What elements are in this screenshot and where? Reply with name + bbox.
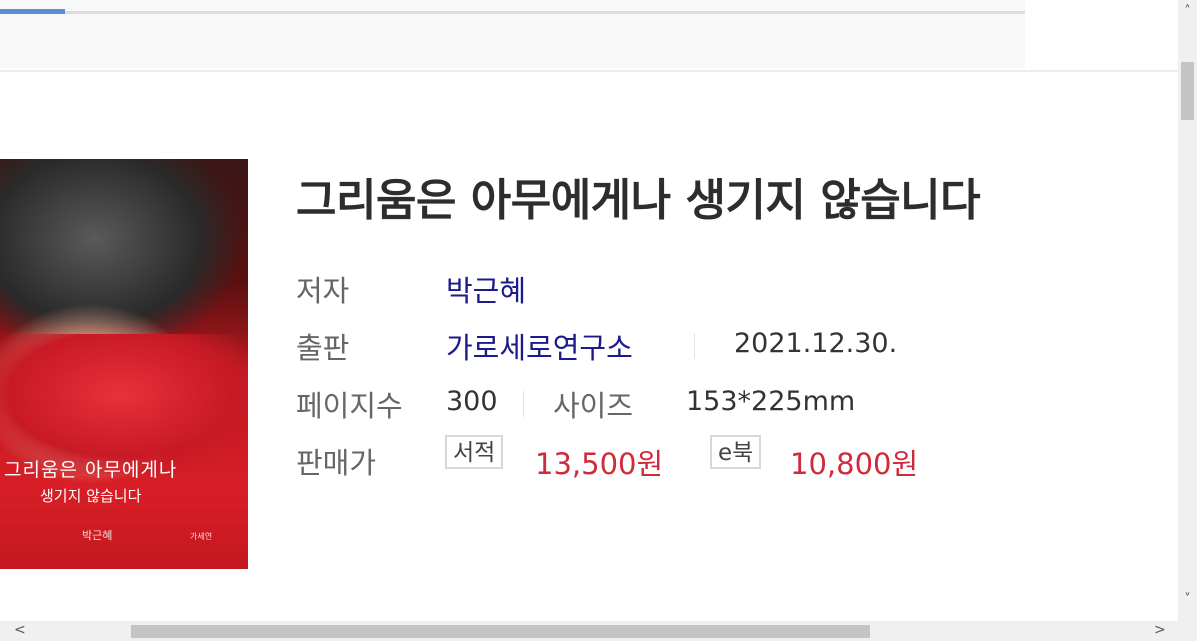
- vertical-scroll-thumb[interactable]: [1181, 62, 1194, 120]
- pages-size-separator: [523, 391, 524, 417]
- scroll-down-icon[interactable]: ˅: [1180, 592, 1195, 607]
- loading-track: [0, 11, 1025, 14]
- cover-title-line2: 생기지 않습니다: [40, 487, 142, 505]
- size-label: 사이즈: [553, 389, 634, 423]
- publisher-link[interactable]: 가로세로연구소: [446, 325, 633, 367]
- scroll-right-icon[interactable]: >: [1154, 622, 1166, 638]
- publisher-label: 출판: [296, 331, 350, 365]
- book-cover-image[interactable]: 그리움은 아무에게나 생기지 않습니다 박근혜 가세연: [0, 159, 248, 569]
- publisher-date-separator: [694, 333, 695, 359]
- pages-label: 페이지수: [296, 389, 403, 423]
- scroll-up-icon[interactable]: ˄: [1180, 4, 1195, 19]
- pages-value: 300: [446, 386, 498, 417]
- cover-title-line1: 그리움은 아무에게나: [4, 459, 178, 481]
- print-book-price: 13,500원: [535, 447, 664, 481]
- horizontal-scrollbar[interactable]: < >: [0, 621, 1178, 641]
- ebook-price: 10,800원: [790, 447, 919, 481]
- horizontal-scroll-thumb[interactable]: [131, 625, 870, 638]
- size-value: 153*225mm: [686, 386, 856, 417]
- book-title: 그리움은 아무에게나 생기지 않습니다: [296, 175, 981, 226]
- cover-author: 박근혜: [82, 529, 113, 542]
- header-divider: [0, 70, 1180, 72]
- author-link[interactable]: 박근혜: [446, 268, 526, 310]
- scroll-left-icon[interactable]: <: [14, 622, 26, 638]
- price-label: 판매가: [296, 446, 377, 480]
- scrollbar-corner: [1178, 621, 1197, 641]
- cover-scarf: [0, 334, 248, 474]
- print-book-tag: 서적: [445, 435, 504, 469]
- ebook-tag: e북: [710, 435, 762, 469]
- loading-progress: [0, 9, 65, 14]
- author-label: 저자: [296, 274, 350, 308]
- vertical-scrollbar[interactable]: ˄ ˅: [1178, 0, 1197, 621]
- cover-publisher-mark: 가세연: [190, 532, 213, 541]
- top-strip: [0, 0, 1025, 68]
- publish-date: 2021.12.30.: [734, 328, 898, 359]
